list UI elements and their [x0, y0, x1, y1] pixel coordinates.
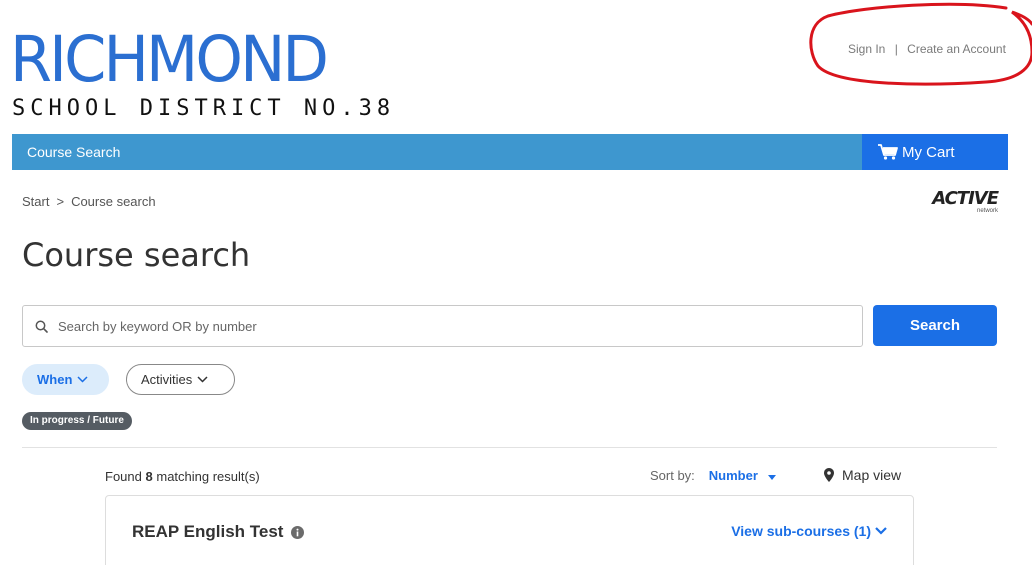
- nav-bar: Course Search My Cart: [12, 134, 1008, 170]
- results-count: Found 8 matching result(s): [105, 469, 260, 484]
- filter-when-button[interactable]: When: [22, 364, 109, 395]
- breadcrumb-chevron: >: [56, 194, 65, 209]
- cart-icon: [878, 144, 898, 160]
- results-found-suffix: matching result(s): [156, 469, 260, 484]
- search-button[interactable]: Search: [873, 305, 997, 346]
- account-links: Sign In | Create an Account: [848, 42, 1006, 56]
- logo-subtitle: SCHOOL DISTRICT NO.38: [12, 96, 396, 121]
- sort-control: Sort by: Number: [650, 468, 776, 483]
- active-network-logo: ACTIVE network: [914, 188, 999, 215]
- my-cart-button[interactable]: My Cart: [862, 134, 1008, 170]
- breadcrumb-current: Course search: [71, 194, 156, 209]
- view-sub-courses-link[interactable]: View sub-courses (1): [731, 523, 887, 539]
- info-icon[interactable]: [291, 525, 305, 539]
- create-account-link[interactable]: Create an Account: [907, 42, 1006, 56]
- course-card: REAP English Test View sub-courses (1): [105, 495, 914, 565]
- map-view-label: Map view: [842, 467, 902, 483]
- filter-activities-button[interactable]: Activities: [126, 364, 235, 395]
- nav-course-search[interactable]: Course Search: [27, 144, 120, 160]
- sort-value: Number: [708, 468, 758, 483]
- breadcrumb-start[interactable]: Start: [22, 194, 49, 209]
- cart-label: My Cart: [902, 143, 955, 161]
- chevron-down-icon: [875, 527, 887, 535]
- map-view-button[interactable]: Map view: [824, 467, 901, 483]
- map-pin-icon: [824, 468, 834, 482]
- search-box[interactable]: [22, 305, 863, 347]
- course-title[interactable]: REAP English Test: [132, 522, 305, 542]
- filter-when-label: When: [37, 372, 73, 387]
- sort-label: Sort by:: [650, 468, 695, 483]
- active-logo-word: ACTIVE: [932, 188, 999, 209]
- sort-dropdown[interactable]: Number: [709, 468, 776, 483]
- filter-activities-label: Activities: [141, 372, 193, 387]
- caret-down-icon: [767, 475, 776, 480]
- search-icon: [35, 320, 48, 333]
- sign-in-link[interactable]: Sign In: [848, 42, 885, 56]
- course-title-text: REAP English Test: [132, 522, 284, 541]
- chevron-down-icon: [77, 376, 88, 383]
- results-found-prefix: Found: [105, 469, 142, 484]
- search-input[interactable]: [58, 318, 838, 334]
- logo-wordmark: RICHMOND: [10, 23, 329, 96]
- page-title: Course search: [22, 236, 251, 274]
- active-filter-tag[interactable]: In progress / Future: [22, 412, 132, 430]
- chevron-down-icon: [197, 376, 208, 383]
- view-sub-courses-label: View sub-courses (1): [731, 523, 871, 539]
- divider: [22, 447, 997, 448]
- results-count-number: 8: [145, 469, 153, 484]
- district-logo[interactable]: RICHMOND SCHOOL DISTRICT NO.38: [10, 23, 396, 121]
- account-separator: |: [894, 42, 898, 56]
- breadcrumb: Start > Course search: [22, 194, 156, 209]
